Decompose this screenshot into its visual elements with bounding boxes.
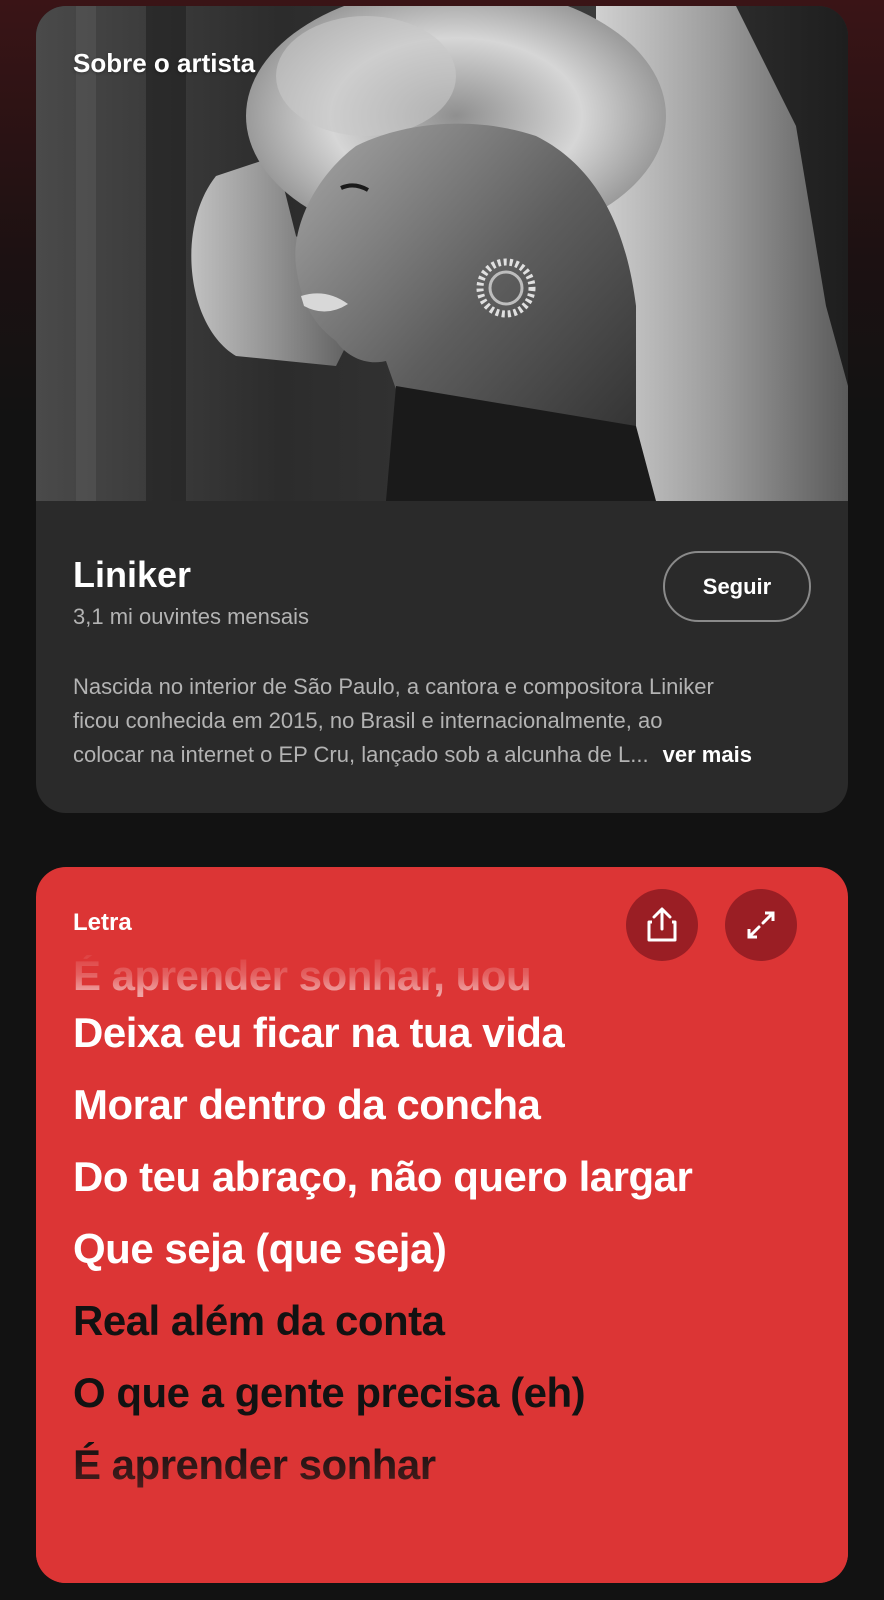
lyric-line: Real além da conta [73, 1297, 445, 1344]
lyric-line: Do teu abraço, não quero largar [73, 1153, 693, 1200]
expand-lyrics-button[interactable] [725, 889, 797, 961]
lyrics-list[interactable]: É aprender sonhar, uou Deixa eu ficar na… [73, 955, 828, 1501]
bio-line: ficou conhecida em 2015, no Brasil e int… [73, 708, 663, 733]
about-artist-card[interactable]: Sobre o artista Liniker 3,1 mi ouvintes … [36, 6, 848, 813]
share-icon [647, 907, 677, 942]
lyric-line: Que seja (que seja) [73, 1225, 447, 1272]
lyric-line: O que a gente precisa (eh) [73, 1369, 586, 1416]
monthly-listeners: 3,1 mi ouvintes mensais [73, 604, 309, 629]
about-artist-label: Sobre o artista [73, 48, 256, 78]
artist-name[interactable]: Liniker [73, 554, 191, 596]
lyric-line: É aprender sonhar, uou [73, 955, 532, 997]
lyric-line: É aprender sonhar [73, 1441, 436, 1488]
see-more-link[interactable]: ver mais [663, 742, 752, 767]
bio-line: Nascida no interior de São Paulo, a cant… [73, 674, 714, 699]
bio-line: colocar na internet o EP Cru, lançado so… [73, 738, 815, 772]
artist-bio[interactable]: Nascida no interior de São Paulo, a cant… [73, 670, 815, 772]
lyric-line: Deixa eu ficar na tua vida [73, 1009, 565, 1056]
artist-photo [36, 6, 848, 501]
lyric-line: Morar dentro da concha [73, 1081, 541, 1128]
expand-icon [747, 911, 775, 939]
share-lyrics-button[interactable] [626, 889, 698, 961]
lyrics-card[interactable]: É aprender sonhar, uou Deixa eu ficar na… [36, 867, 848, 1583]
follow-button[interactable]: Seguir [663, 551, 811, 622]
lyrics-label: Letra [73, 909, 132, 936]
bio-line-text: colocar na internet o EP Cru, lançado so… [73, 742, 649, 767]
